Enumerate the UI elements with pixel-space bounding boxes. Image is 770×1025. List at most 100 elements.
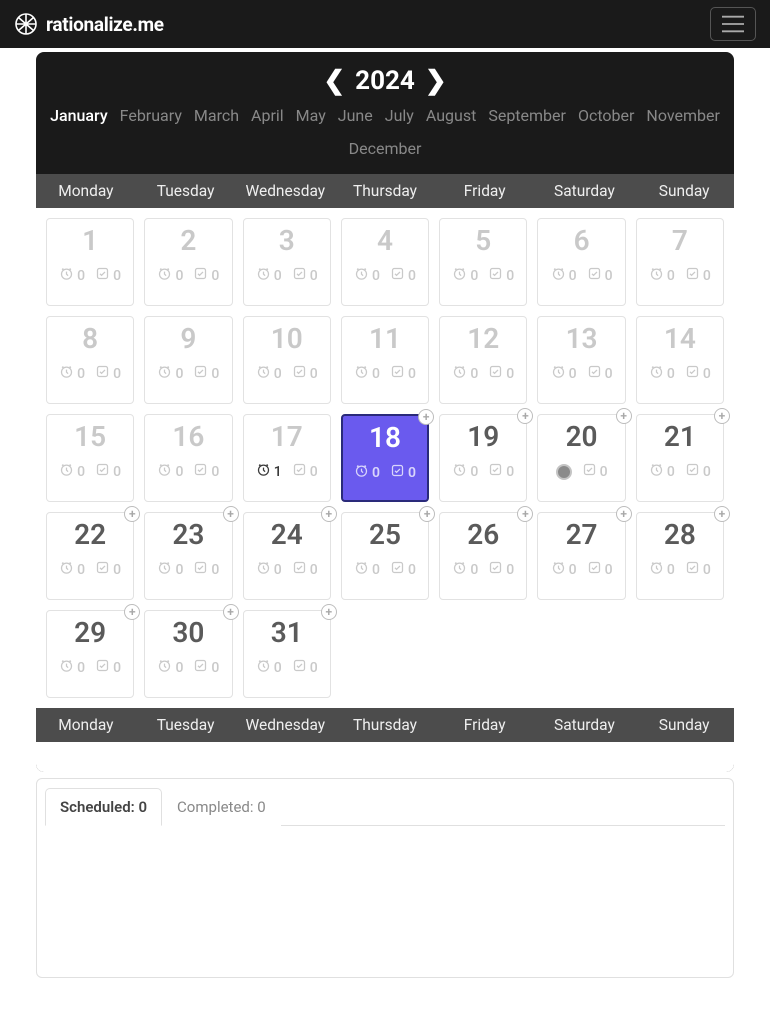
day-cell-19[interactable]: 1900+ bbox=[439, 414, 527, 502]
day-cell-16[interactable]: 1600 bbox=[144, 414, 232, 502]
day-cell-20[interactable]: 200+ bbox=[537, 414, 625, 502]
tab-scheduled[interactable]: Scheduled: 0 bbox=[45, 788, 162, 826]
day-cell-1[interactable]: 100 bbox=[46, 218, 134, 306]
day-counts: 00 bbox=[157, 266, 219, 285]
check-icon bbox=[292, 266, 307, 285]
day-cell-29[interactable]: 2900+ bbox=[46, 610, 134, 698]
month-september[interactable]: September bbox=[488, 106, 566, 125]
month-april[interactable]: April bbox=[251, 106, 284, 125]
day-number: 27 bbox=[566, 521, 598, 549]
day-cell-22[interactable]: 2200+ bbox=[46, 512, 134, 600]
completed-count: 0 bbox=[587, 560, 613, 579]
year-label: 2024 bbox=[355, 66, 415, 96]
day-counts: 00 bbox=[157, 560, 219, 579]
scheduled-count: 0 bbox=[59, 266, 85, 285]
day-counts: 00 bbox=[354, 463, 416, 482]
day-counts: 00 bbox=[157, 658, 219, 677]
month-march[interactable]: March bbox=[194, 106, 239, 125]
clock-icon bbox=[59, 658, 74, 677]
weekday-saturday: Saturday bbox=[535, 708, 635, 742]
day-cell-31[interactable]: 3100+ bbox=[243, 610, 331, 698]
add-task-button[interactable]: + bbox=[223, 506, 239, 522]
day-number: 19 bbox=[467, 423, 499, 451]
day-cell-4[interactable]: 400 bbox=[341, 218, 429, 306]
day-cell-23[interactable]: 2300+ bbox=[144, 512, 232, 600]
add-task-button[interactable]: + bbox=[321, 506, 337, 522]
month-february[interactable]: February bbox=[120, 106, 182, 125]
day-cell-3[interactable]: 300 bbox=[243, 218, 331, 306]
check-icon bbox=[95, 560, 110, 579]
hamburger-menu[interactable] bbox=[710, 7, 756, 41]
day-number: 24 bbox=[271, 521, 303, 549]
day-cell-18[interactable]: 1800+ bbox=[341, 414, 429, 502]
next-year-button[interactable]: ❯ bbox=[425, 68, 447, 94]
day-cell-28[interactable]: 2800+ bbox=[636, 512, 724, 600]
day-counts: 0 bbox=[556, 462, 608, 481]
completed-count: 0 bbox=[685, 560, 711, 579]
clock-icon bbox=[256, 658, 271, 677]
add-task-button[interactable]: + bbox=[321, 604, 337, 620]
add-task-button[interactable]: + bbox=[419, 506, 435, 522]
day-number: 25 bbox=[369, 521, 401, 549]
day-cell-12[interactable]: 1200 bbox=[439, 316, 527, 404]
add-task-button[interactable]: + bbox=[517, 506, 533, 522]
day-cell-13[interactable]: 1300 bbox=[537, 316, 625, 404]
day-cell-21[interactable]: 2100+ bbox=[636, 414, 724, 502]
day-cell-17[interactable]: 1710 bbox=[243, 414, 331, 502]
completed-count: 0 bbox=[488, 266, 514, 285]
completed-count: 0 bbox=[488, 560, 514, 579]
add-task-button[interactable]: + bbox=[517, 408, 533, 424]
day-cell-2[interactable]: 2 00 bbox=[144, 218, 232, 306]
day-counts: 00 bbox=[551, 266, 613, 285]
weekday-wednesday: Wednesday bbox=[235, 708, 335, 742]
day-cell-11[interactable]: 1100 bbox=[341, 316, 429, 404]
day-cell-27[interactable]: 2700+ bbox=[537, 512, 625, 600]
weekday-thursday: Thursday bbox=[335, 708, 435, 742]
day-counts: 00 bbox=[649, 364, 711, 383]
month-july[interactable]: July bbox=[385, 106, 414, 125]
day-number: 13 bbox=[566, 325, 598, 353]
add-task-button[interactable]: + bbox=[616, 408, 632, 424]
completed-count: 0 bbox=[582, 462, 608, 481]
day-cell-15[interactable]: 1500 bbox=[46, 414, 134, 502]
completed-count: 0 bbox=[390, 560, 416, 579]
check-icon bbox=[292, 364, 307, 383]
day-cell-5[interactable]: 500 bbox=[439, 218, 527, 306]
add-task-button[interactable]: + bbox=[124, 506, 140, 522]
completed-count: 0 bbox=[488, 364, 514, 383]
completed-count: 0 bbox=[390, 266, 416, 285]
month-december[interactable]: December bbox=[349, 139, 422, 158]
day-cell-14[interactable]: 1400 bbox=[636, 316, 724, 404]
month-october[interactable]: October bbox=[578, 106, 634, 125]
completed-count: 0 bbox=[193, 462, 219, 481]
tab-completed[interactable]: Completed: 0 bbox=[162, 788, 281, 826]
day-number: 2 bbox=[180, 227, 196, 255]
month-november[interactable]: November bbox=[646, 106, 719, 125]
month-january[interactable]: January bbox=[50, 106, 108, 125]
add-task-button[interactable]: + bbox=[223, 604, 239, 620]
day-cell-7[interactable]: 700 bbox=[636, 218, 724, 306]
prev-year-button[interactable]: ❮ bbox=[323, 68, 345, 94]
month-august[interactable]: August bbox=[426, 106, 476, 125]
day-cell-25[interactable]: 2500+ bbox=[341, 512, 429, 600]
day-cell-8[interactable]: 800 bbox=[46, 316, 134, 404]
brand[interactable]: rationalize.me bbox=[14, 12, 164, 36]
day-cell-9[interactable]: 900 bbox=[144, 316, 232, 404]
add-task-button[interactable]: + bbox=[714, 506, 730, 522]
add-task-button[interactable]: + bbox=[418, 409, 434, 425]
day-cell-10[interactable]: 1000 bbox=[243, 316, 331, 404]
add-task-button[interactable]: + bbox=[124, 604, 140, 620]
add-task-button[interactable]: + bbox=[616, 506, 632, 522]
month-may[interactable]: May bbox=[296, 106, 326, 125]
day-number: 16 bbox=[172, 423, 204, 451]
task-tabs-panel: Scheduled: 0 Completed: 0 bbox=[36, 778, 734, 978]
month-june[interactable]: June bbox=[338, 106, 373, 125]
day-cell-26[interactable]: 2600+ bbox=[439, 512, 527, 600]
day-cell-24[interactable]: 2400+ bbox=[243, 512, 331, 600]
check-icon bbox=[292, 560, 307, 579]
day-counts: 00 bbox=[59, 462, 121, 481]
add-task-button[interactable]: + bbox=[714, 408, 730, 424]
day-number: 29 bbox=[74, 619, 106, 647]
day-cell-6[interactable]: 600 bbox=[537, 218, 625, 306]
day-cell-30[interactable]: 3000+ bbox=[144, 610, 232, 698]
